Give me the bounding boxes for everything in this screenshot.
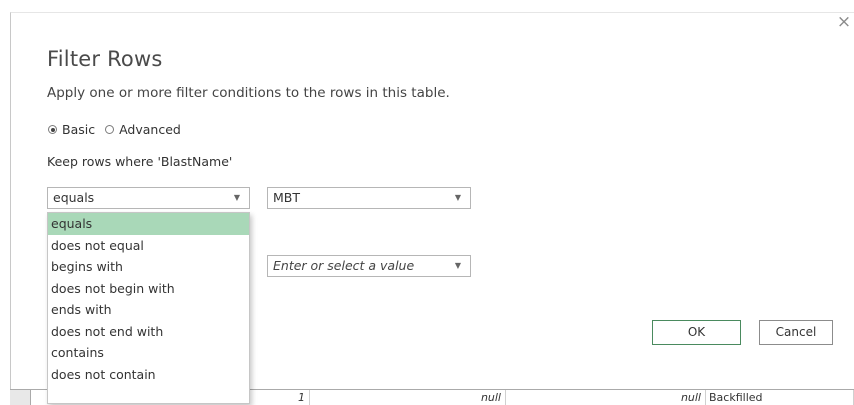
- operator-dropdown-list: equals does not equal begins with does n…: [47, 212, 250, 404]
- dropdown-option-ends-with[interactable]: ends with: [48, 299, 249, 321]
- dropdown-option-does-not-end-with[interactable]: does not end with: [48, 321, 249, 343]
- dialog-subtitle: Apply one or more filter conditions to t…: [47, 85, 450, 101]
- chevron-down-icon: ▼: [454, 193, 461, 202]
- dropdown-option-does-not-equal[interactable]: does not equal: [48, 235, 249, 257]
- radio-basic[interactable]: Basic: [48, 122, 95, 137]
- dropdown-option-does-not-begin-with[interactable]: does not begin with: [48, 278, 249, 300]
- value-select-1[interactable]: MBT ▼: [267, 187, 471, 209]
- operator-select-1[interactable]: equals ▼: [47, 187, 250, 209]
- dialog-title: Filter Rows: [47, 47, 163, 71]
- chevron-down-icon: ▼: [454, 261, 461, 270]
- dropdown-option-equals[interactable]: equals: [48, 213, 249, 235]
- table-cell: Backfilled: [706, 390, 854, 405]
- operator-select-1-value: equals: [53, 190, 95, 205]
- table-cell: null: [506, 390, 706, 405]
- radio-advanced-dot[interactable]: [105, 125, 115, 134]
- chevron-down-icon: ▼: [233, 193, 240, 202]
- dropdown-option-contains[interactable]: contains: [48, 342, 249, 364]
- radio-advanced[interactable]: Advanced: [105, 122, 181, 137]
- value-select-2-placeholder: Enter or select a value: [273, 258, 415, 273]
- value-select-1-value: MBT: [273, 190, 300, 205]
- radio-basic-label: Basic: [62, 122, 96, 137]
- ok-button[interactable]: OK: [652, 320, 741, 345]
- radio-basic-dot[interactable]: [48, 125, 57, 134]
- mode-radio-group: Basic Advanced: [48, 122, 191, 137]
- table-cell: 1: [248, 390, 310, 405]
- cancel-button[interactable]: Cancel: [759, 320, 833, 345]
- dropdown-option-does-not-contain[interactable]: does not contain: [48, 364, 249, 386]
- keep-rows-label: Keep rows where 'BlastName': [47, 154, 233, 169]
- radio-advanced-label: Advanced: [119, 122, 181, 137]
- dropdown-option-begins-with[interactable]: begins with: [48, 256, 249, 278]
- value-select-2[interactable]: Enter or select a value ▼: [267, 255, 471, 277]
- row-header: [10, 390, 31, 405]
- table-cell: null: [310, 390, 506, 405]
- close-icon[interactable]: ×: [836, 14, 852, 31]
